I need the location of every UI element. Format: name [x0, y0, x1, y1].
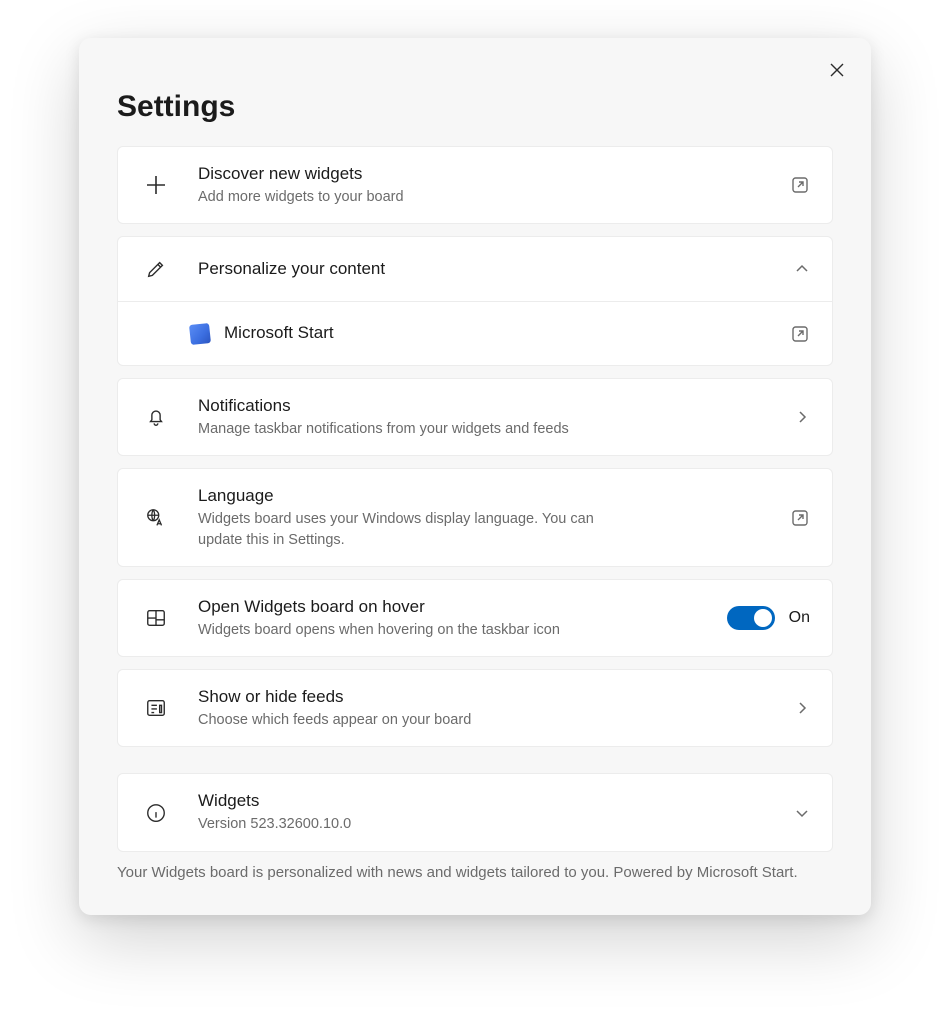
item-title: Discover new widgets	[198, 163, 768, 186]
feeds-icon	[136, 697, 176, 719]
item-title: Language	[198, 485, 768, 508]
open-external-icon	[790, 175, 810, 195]
microsoft-start-icon	[189, 323, 211, 345]
hover-toggle-state: On	[789, 609, 810, 627]
info-icon	[136, 802, 176, 824]
pencil-icon	[136, 258, 176, 280]
chevron-up-icon	[794, 261, 810, 277]
item-open-on-hover: Open Widgets board on hover Widgets boar…	[117, 579, 833, 657]
personalize-child-msstart[interactable]: Microsoft Start	[118, 301, 832, 365]
item-discover-widgets[interactable]: Discover new widgets Add more widgets to…	[117, 146, 833, 224]
plus-icon	[136, 173, 176, 197]
item-language[interactable]: Language Widgets board uses your Windows…	[117, 468, 833, 567]
item-subtitle: Manage taskbar notifications from your w…	[198, 419, 628, 439]
page-title: Settings	[117, 90, 833, 124]
item-personalize-content: Personalize your content Microsoft Start	[117, 236, 833, 366]
item-subtitle: Widgets board opens when hovering on the…	[198, 620, 628, 640]
open-external-icon	[790, 324, 810, 344]
item-title: Open Widgets board on hover	[198, 596, 705, 619]
chevron-down-icon	[794, 805, 810, 821]
item-subtitle: Add more widgets to your board	[198, 187, 628, 207]
bell-icon	[136, 406, 176, 428]
window-backdrop: Settings Discover new widgets Add more w…	[0, 0, 950, 1024]
chevron-right-icon	[794, 409, 810, 425]
chevron-right-icon	[794, 700, 810, 716]
item-title: Notifications	[198, 395, 772, 418]
item-title: Microsoft Start	[224, 322, 776, 345]
open-external-icon	[790, 508, 810, 528]
item-subtitle: Choose which feeds appear on your board	[198, 710, 628, 730]
close-button[interactable]	[821, 54, 853, 86]
board-icon	[136, 607, 176, 629]
item-notifications[interactable]: Notifications Manage taskbar notificatio…	[117, 378, 833, 456]
hover-toggle[interactable]	[727, 606, 775, 630]
item-about-widgets[interactable]: Widgets Version 523.32600.10.0	[117, 773, 833, 851]
item-subtitle: Version 523.32600.10.0	[198, 814, 628, 834]
footer-text: Your Widgets board is personalized with …	[117, 864, 833, 881]
personalize-header-row[interactable]: Personalize your content	[118, 237, 832, 301]
close-icon	[830, 63, 844, 77]
item-show-hide-feeds[interactable]: Show or hide feeds Choose which feeds ap…	[117, 669, 833, 747]
item-title: Show or hide feeds	[198, 686, 772, 709]
item-subtitle: Widgets board uses your Windows display …	[198, 509, 628, 550]
item-title: Widgets	[198, 790, 772, 813]
item-title: Personalize your content	[198, 258, 772, 281]
settings-panel: Settings Discover new widgets Add more w…	[79, 38, 871, 915]
language-icon	[136, 507, 176, 529]
